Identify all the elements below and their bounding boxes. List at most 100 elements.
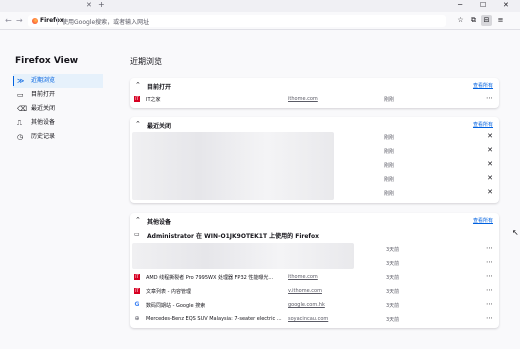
more-options-icon[interactable]: ⋯: [486, 300, 493, 308]
row-time: 3天前: [386, 289, 400, 295]
row-time: 3天前: [386, 275, 400, 281]
sidebar-item-recent[interactable]: ≫ 近期浏览: [13, 74, 103, 88]
row-time: 刚刚: [384, 163, 395, 169]
card-title: 其他设备: [147, 219, 172, 226]
card-header[interactable]: ⌃ 目前打开 查看所有: [130, 78, 499, 94]
close-icon[interactable]: ✕: [487, 146, 493, 154]
globe-icon: ⊕: [134, 315, 140, 322]
new-tab-button[interactable]: +: [98, 0, 105, 9]
list-item[interactable]: 刚刚 ✕: [130, 159, 499, 172]
card-header[interactable]: ⌃ 其他设备 查看所有: [130, 213, 499, 229]
row-time: 3天前: [386, 303, 400, 309]
row-url[interactable]: v.ithome.com: [288, 288, 322, 294]
row-url[interactable]: soyacincau.com: [288, 316, 328, 322]
row-time: 3天前: [386, 317, 400, 323]
sidebar-item-label: 最近关闭: [31, 105, 56, 112]
close-tab-icon[interactable]: ✕: [86, 1, 92, 9]
more-options-icon[interactable]: ⋯: [486, 272, 493, 280]
menu-icon[interactable]: ≡: [495, 15, 506, 26]
forward-arrow-icon[interactable]: →: [16, 16, 23, 25]
chevron-up-icon[interactable]: ⌃: [135, 81, 141, 89]
sidebar-item-label: 历史记录: [31, 133, 56, 140]
devices-icon: ⎍: [17, 119, 22, 127]
more-options-icon[interactable]: ⋯: [486, 94, 493, 102]
device-header: ▭ Administrator 在 WIN-O1JK9OTEK1T 上使用的 F…: [130, 229, 499, 241]
list-item[interactable]: 3天前 ⋯: [130, 257, 499, 270]
history-arrows-icon: ≫: [17, 77, 25, 85]
sidebar-item-open-tabs[interactable]: ▭ 目前打开: [13, 88, 103, 102]
view-all-link[interactable]: 查看所有: [473, 121, 493, 128]
row-title: Mercedes-Benz EQS SUV Malaysia: 7-seater…: [146, 316, 282, 322]
sidebar-item-other-devices[interactable]: ⎍ 其他设备: [13, 116, 103, 130]
row-time: 刚刚: [384, 135, 395, 141]
row-url[interactable]: google.com.hk: [288, 302, 325, 308]
open-tabs-card: ⌃ 目前打开 查看所有 IT IT之家 ithome.com 刚刚 ⋯: [130, 78, 499, 108]
row-url[interactable]: ithome.com: [288, 96, 318, 102]
row-url[interactable]: ithome.com: [288, 274, 318, 280]
sidebar-item-label: 其他设备: [31, 119, 56, 126]
list-item[interactable]: IT 文章列表 - 内容管理 v.ithome.com 3天前 ⋯: [130, 285, 499, 298]
card-title: 目前打开: [147, 84, 172, 91]
firefox-view-title: Firefox View: [15, 56, 79, 66]
url-divider: [57, 17, 58, 25]
sidebar-nav: ≫ 近期浏览 ▭ 目前打开 ⌫ 最近关闭 ⎍ 其他设备 ◷ 历史记录: [13, 74, 103, 144]
device-title: Administrator 在 WIN-O1JK9OTEK1T 上使用的 Fir…: [147, 233, 320, 240]
other-devices-card: ⌃ 其他设备 查看所有 ▭ Administrator 在 WIN-O1JK9O…: [130, 213, 499, 328]
chevron-up-icon[interactable]: ⌃: [135, 216, 141, 224]
ithome-favicon-icon: IT: [134, 288, 140, 294]
more-options-icon[interactable]: ⋯: [486, 286, 493, 294]
page-title: 近期浏览: [130, 57, 162, 66]
url-input[interactable]: 使用Google搜索，或者输入网址: [62, 17, 149, 26]
list-item[interactable]: G 数码同期站 - Google 搜索 google.com.hk 3天前 ⋯: [130, 299, 499, 312]
row-title: AMD 线程撕裂者 Pro 7995WX 处理器 FP32 性能曝光...: [146, 275, 274, 281]
nav-toolbar: ← → Firefox 使用Google搜索，或者输入网址 ☆ ⧉ ⊟ ≡: [0, 12, 520, 30]
sidebar-item-history[interactable]: ◷ 历史记录: [13, 130, 103, 144]
list-item[interactable]: 刚刚 ✕: [130, 145, 499, 158]
google-favicon-icon: G: [134, 301, 140, 308]
list-item[interactable]: 刚刚 ✕: [130, 187, 499, 200]
row-title: 文章列表 - 内容管理: [146, 289, 191, 295]
list-item[interactable]: ⊕ Mercedes-Benz EQS SUV Malaysia: 7-seat…: [130, 313, 499, 326]
maximize-icon[interactable]: ☐: [480, 1, 486, 9]
url-bar[interactable]: Firefox 使用Google搜索，或者输入网址: [28, 15, 446, 27]
sidebar-item-recently-closed[interactable]: ⌫ 最近关闭: [13, 102, 103, 116]
mouse-cursor-icon: ↖: [512, 228, 519, 237]
star-icon[interactable]: ☆: [455, 15, 466, 26]
minimize-icon[interactable]: ─: [458, 1, 462, 9]
view-all-link[interactable]: 查看所有: [473, 217, 493, 224]
ithome-favicon-icon: IT: [134, 274, 140, 280]
close-icon[interactable]: ✕: [487, 132, 493, 140]
row-time: 刚刚: [384, 149, 395, 155]
row-time: 刚刚: [384, 97, 395, 103]
list-item[interactable]: 刚刚 ✕: [130, 173, 499, 186]
tabs-icon: ▭: [17, 91, 24, 99]
identity-label: Firefox: [40, 17, 64, 24]
row-time: 刚刚: [384, 177, 395, 183]
list-item[interactable]: IT AMD 线程撕裂者 Pro 7995WX 处理器 FP32 性能曝光...…: [130, 271, 499, 284]
close-icon[interactable]: ✕: [487, 188, 493, 196]
chevron-up-icon[interactable]: ⌃: [135, 120, 141, 128]
laptop-icon: ▭: [134, 231, 140, 238]
close-window-icon[interactable]: ✕: [503, 1, 509, 9]
more-options-icon[interactable]: ⋯: [486, 314, 493, 322]
tab-strip: ✕ + ─ ☐ ✕: [0, 0, 520, 12]
row-time: 3天前: [386, 261, 400, 267]
row-time: 3天前: [386, 247, 400, 253]
card-title: 最近关闭: [147, 123, 172, 130]
pocket-icon[interactable]: ⊟: [481, 15, 492, 26]
close-icon[interactable]: ✕: [487, 174, 493, 182]
list-item[interactable]: 3天前 ⋯: [130, 243, 499, 256]
row-time: 刚刚: [384, 191, 395, 197]
firefox-logo-icon: [32, 18, 38, 24]
list-item[interactable]: 刚刚 ✕: [130, 131, 499, 144]
list-item[interactable]: IT IT之家 ithome.com 刚刚 ⋯: [130, 93, 499, 106]
view-all-link[interactable]: 查看所有: [473, 82, 493, 89]
ithome-favicon-icon: IT: [134, 96, 140, 102]
more-options-icon[interactable]: ⋯: [486, 244, 493, 252]
close-icon[interactable]: ✕: [487, 160, 493, 168]
extensions-icon[interactable]: ⧉: [468, 15, 479, 26]
row-title: IT之家: [146, 97, 161, 103]
recently-closed-card: ⌃ 最近关闭 查看所有 刚刚 ✕ 刚刚 ✕ 刚刚 ✕ 刚刚 ✕ 刚刚 ✕: [130, 117, 499, 203]
back-arrow-icon[interactable]: ←: [5, 16, 12, 25]
more-options-icon[interactable]: ⋯: [486, 258, 493, 266]
